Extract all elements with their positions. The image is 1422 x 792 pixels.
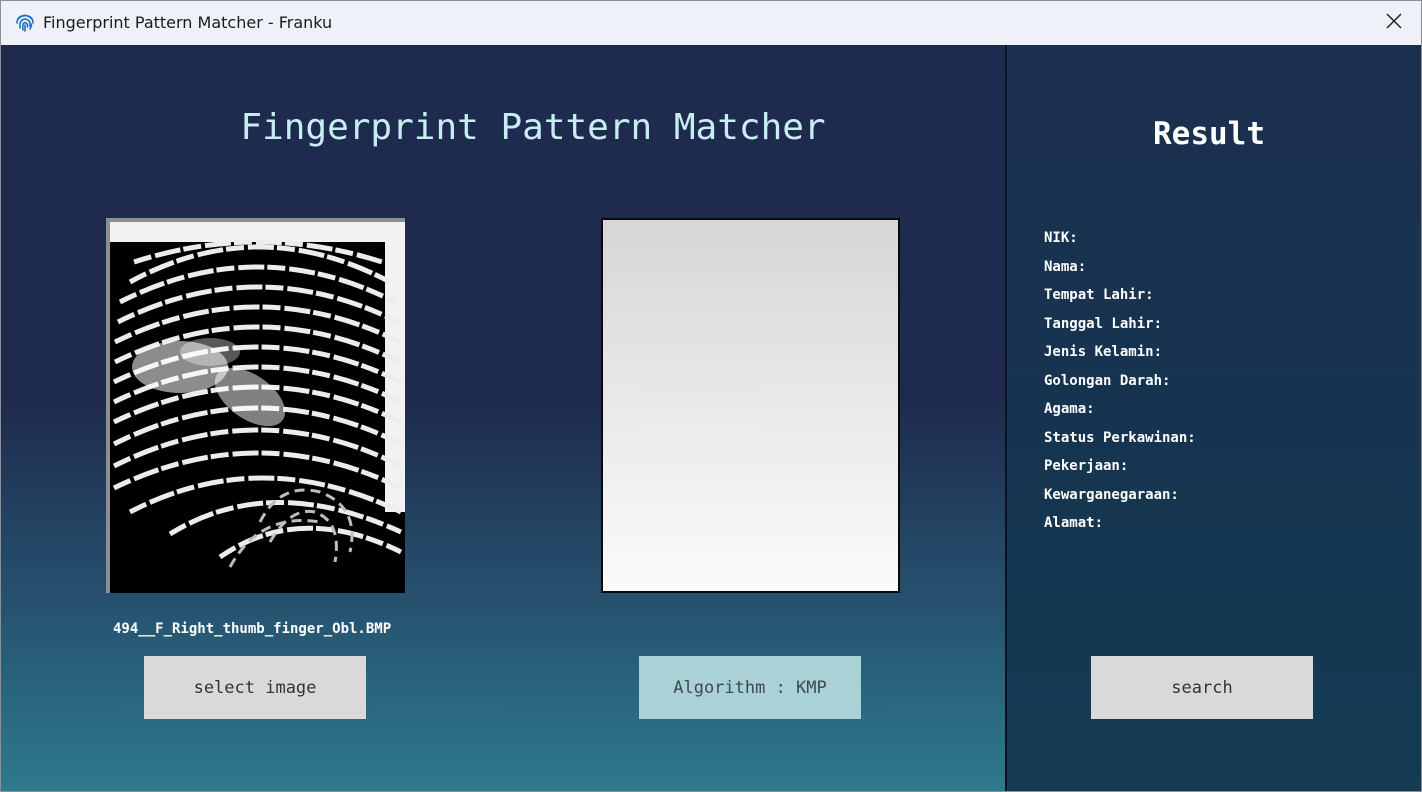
window-title: Fingerprint Pattern Matcher - Franku	[43, 13, 333, 32]
field-golongan-darah: Golongan Darah:	[1044, 372, 1171, 389]
field-jenis-kelamin: Jenis Kelamin:	[1044, 344, 1163, 360]
app-content: Fingerprint Pattern Matcher 494__F_Right…	[1, 45, 1421, 791]
field-tanggal-lahir: Tanggal Lahir:	[1044, 315, 1163, 332]
result-fields-list: NIK: Nama: Tempat Lahir: Tanggal Lahir: …	[1044, 227, 1394, 541]
result-title: Result	[1153, 116, 1265, 152]
field-nama: Nama:	[1044, 258, 1087, 275]
title-bar: Fingerprint Pattern Matcher - Franku	[1, 1, 1421, 45]
field-nik: NIK:	[1044, 230, 1078, 246]
close-button[interactable]	[1367, 1, 1421, 45]
fingerprint-icon	[14, 11, 36, 33]
close-icon	[1385, 12, 1403, 34]
field-pekerjaan: Pekerjaan:	[1044, 458, 1129, 474]
field-kewarganegaraan: Kewarganegaraan:	[1044, 486, 1179, 503]
matched-fingerprint-image	[601, 218, 900, 593]
field-status-perkawinan: Status Perkawinan:	[1044, 429, 1196, 446]
field-alamat: Alamat:	[1044, 515, 1104, 531]
algorithm-toggle-button[interactable]: Algorithm : KMP	[639, 656, 861, 719]
field-agama: Agama:	[1044, 401, 1095, 417]
field-tempat-lahir: Tempat Lahir:	[1044, 287, 1154, 303]
input-fingerprint-image	[106, 218, 405, 593]
input-image-filename: 494__F_Right_thumb_finger_Obl.BMP	[113, 621, 392, 637]
select-image-button[interactable]: select image	[144, 656, 366, 719]
app-window: Fingerprint Pattern Matcher - Franku Fin…	[0, 0, 1422, 792]
search-button[interactable]: search	[1091, 656, 1313, 719]
page-title: Fingerprint Pattern Matcher	[240, 107, 826, 148]
